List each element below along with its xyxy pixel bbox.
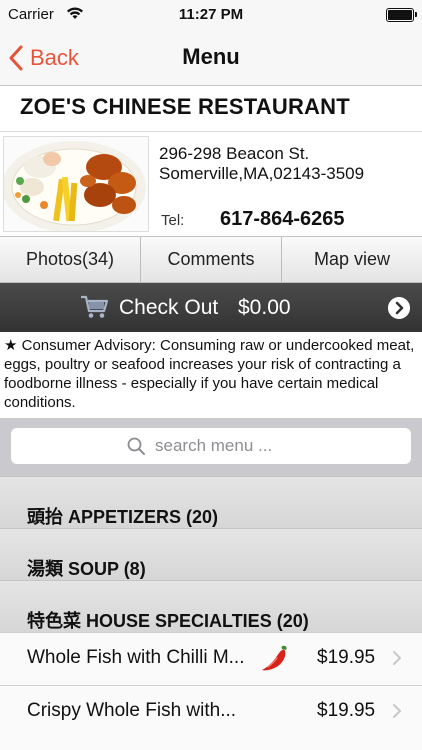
section-label: 湯類 SOUP (8) [27, 559, 146, 579]
item-price: $19.95 [317, 647, 376, 668]
restaurant-photo[interactable] [3, 136, 149, 232]
item-name: Crispy Whole Fish with... [27, 700, 237, 721]
menu-item[interactable]: Whole Fish with Chilli M... $19.95 [0, 632, 422, 684]
search-input[interactable] [155, 436, 295, 456]
search-bar [0, 418, 422, 476]
address-line-1: 296-298 Beacon St. [159, 144, 310, 163]
checkout-total: $0.00 [238, 296, 291, 319]
info-tabs: Photos(34) Comments Map view [0, 236, 422, 283]
item-name: Whole Fish with Chilli M... [27, 647, 245, 668]
chevron-right-icon [393, 651, 401, 665]
shopping-cart-icon [81, 295, 108, 318]
tab-photos[interactable]: Photos(34) [0, 237, 141, 282]
consumer-advisory: ★ Consumer Advisory: Consuming raw or un… [4, 337, 415, 411]
search-icon [127, 437, 145, 455]
section-label: 特色菜 HOUSE SPECIALTIES (20) [27, 611, 309, 631]
tel-label: Tel: [161, 212, 185, 229]
search-box[interactable] [11, 428, 411, 464]
item-price: $19.95 [317, 700, 376, 721]
section-soup[interactable]: 湯類 SOUP (8) [0, 528, 422, 580]
checkout-bar[interactable]: Check Out $0.00 [0, 283, 422, 332]
tab-map-view[interactable]: Map view [282, 237, 422, 282]
phone-number-link[interactable]: 617-864-6265 [220, 208, 345, 231]
chili-pepper-icon [262, 645, 287, 671]
section-label: 頭抬 APPETIZERS (20) [27, 507, 219, 527]
divider [0, 131, 422, 132]
tab-comments[interactable]: Comments [141, 237, 282, 282]
battery-icon [386, 8, 417, 22]
chevron-right-circle-icon [388, 297, 410, 319]
checkout-label: Check Out [119, 296, 219, 319]
page-title: Menu [182, 44, 240, 69]
section-house-specialties[interactable]: 特色菜 HOUSE SPECIALTIES (20) [0, 580, 422, 632]
menu-item[interactable]: Crispy Whole Fish with... $19.95 [0, 685, 422, 750]
status-time: 11:27 PM [178, 6, 244, 23]
section-appetizers[interactable]: 頭抬 APPETIZERS (20) [0, 476, 422, 528]
status-bar: Carrier 11:27 PM [0, 0, 422, 30]
chevron-right-icon [393, 704, 401, 718]
restaurant-name: ZOE'S CHINESE RESTAURANT [20, 94, 350, 119]
food-dish-image [4, 141, 146, 231]
address-line-2: Somerville,MA,02143-3509 [159, 164, 365, 183]
navigation-bar: Back Menu [0, 30, 422, 86]
